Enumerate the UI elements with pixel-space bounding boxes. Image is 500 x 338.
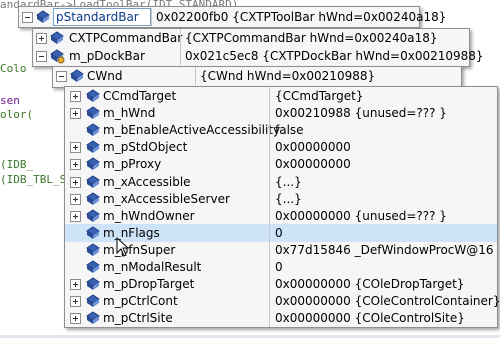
collapse-icon[interactable] bbox=[56, 71, 67, 82]
datatip-root-value[interactable]: 0x02200fb0 {CXTPToolBar hWnd=0x00240a18} bbox=[156, 8, 446, 26]
expand-icon[interactable] bbox=[70, 176, 81, 188]
member-name: m_pDockBar bbox=[69, 49, 145, 63]
member-row[interactable]: m_pProxy 0x00000000 bbox=[65, 155, 497, 174]
field-key-icon bbox=[50, 49, 65, 64]
field-icon bbox=[86, 174, 100, 188]
datatip-level1[interactable]: CXTPCommandBar {CXTPCommandBar hWnd=0x00… bbox=[32, 28, 484, 67]
code-line: olor( bbox=[0, 108, 34, 121]
member-name: m_bEnableActiveAccessibility bbox=[103, 123, 281, 138]
member-name: m_pStdObject bbox=[103, 140, 188, 155]
field-icon bbox=[86, 209, 100, 222]
member-name: m_pProxy bbox=[103, 157, 162, 172]
member-value[interactable]: 0x77d15846 _DefWindowProcW@16 bbox=[275, 241, 494, 259]
member-row[interactable]: m_xAccessible {...} bbox=[65, 172, 497, 191]
datatip-level2[interactable]: CWnd {CWnd hWnd=0x00210988} bbox=[52, 66, 462, 88]
expand-icon[interactable] bbox=[70, 210, 81, 222]
expand-icon[interactable] bbox=[70, 91, 81, 102]
member-value[interactable]: {...} bbox=[275, 190, 302, 208]
tree-row[interactable]: m_pDockBar 0x021c5ec8 {CXTPDockBar hWnd=… bbox=[33, 47, 484, 65]
member-row[interactable]: m_pCtrlSite 0x00000000 {COleControlSite} bbox=[65, 309, 497, 328]
member-value[interactable]: 0 bbox=[275, 224, 283, 242]
expand-icon[interactable] bbox=[70, 159, 81, 171]
code-line: (IDB_TBL_S bbox=[0, 173, 67, 186]
tree-row[interactable]: CXTPCommandBar {CXTPCommandBar hWnd=0x00… bbox=[33, 29, 469, 47]
member-name: m_pfnSuper bbox=[103, 242, 176, 257]
member-value[interactable]: 0x00000000 bbox=[275, 155, 351, 173]
member-row[interactable]: m_nModalResult 0 bbox=[65, 258, 497, 276]
member-value[interactable]: 0x021c5ec8 {CXTPDockBar hWnd=0x00210988} bbox=[185, 47, 484, 65]
field-icon bbox=[86, 123, 100, 137]
expand-icon[interactable] bbox=[70, 296, 81, 308]
member-value[interactable]: 0x00210988 {unused=??? } bbox=[275, 104, 447, 122]
member-row[interactable]: CCmdTarget {CCmdTarget} bbox=[65, 87, 497, 105]
member-row[interactable]: m_hWnd 0x00210988 {unused=??? } bbox=[65, 104, 497, 123]
expand-icon[interactable] bbox=[70, 279, 81, 291]
mouse-pointer-icon bbox=[116, 237, 130, 257]
member-name: m_xAccessibleServer bbox=[103, 191, 230, 206]
datatip-members[interactable]: CCmdTarget {CCmdTarget} m_hWnd 0x00210988 {… bbox=[64, 86, 500, 328]
field-icon bbox=[86, 106, 100, 120]
member-name: CCmdTarget bbox=[103, 89, 177, 103]
member-row[interactable]: m_xAccessibleServer {...} bbox=[65, 189, 497, 208]
expand-icon[interactable] bbox=[70, 142, 81, 154]
field-icon bbox=[86, 191, 100, 205]
field-icon bbox=[86, 311, 100, 325]
field-icon bbox=[86, 277, 100, 291]
datatip-root[interactable]: pStandardBar 0x02200fb0 {CXTPToolBar hWn… bbox=[18, 6, 446, 28]
code-line: (IDB_ bbox=[0, 158, 34, 171]
field-icon bbox=[50, 31, 64, 44]
member-value[interactable]: {CWnd hWnd=0x00210988} bbox=[200, 67, 375, 85]
member-name: CXTPCommandBar bbox=[69, 31, 183, 45]
member-row[interactable]: m_pCtrlCont 0x00000000 {COleControlContai… bbox=[65, 292, 500, 311]
member-value[interactable]: {...} bbox=[275, 173, 302, 191]
field-icon bbox=[70, 69, 84, 82]
collapse-icon[interactable] bbox=[22, 12, 33, 23]
expand-icon[interactable] bbox=[70, 108, 81, 120]
field-icon bbox=[36, 10, 50, 23]
member-value[interactable]: 0x00000000 {COleControlSite} bbox=[275, 309, 465, 327]
member-row[interactable]: m_hWndOwner 0x00000000 {unused=??? } bbox=[65, 206, 497, 225]
member-value[interactable]: 0x00000000 bbox=[275, 138, 351, 156]
field-icon bbox=[86, 157, 100, 171]
member-name: m_pDropTarget bbox=[103, 277, 195, 292]
member-name: m_hWndOwner bbox=[103, 208, 195, 223]
member-name: m_xAccessible bbox=[103, 174, 191, 189]
member-row[interactable]: m_pStdObject 0x00000000 bbox=[65, 138, 497, 157]
member-row[interactable]: m_bEnableActiveAccessibility false bbox=[65, 121, 497, 140]
member-value[interactable]: false bbox=[275, 121, 304, 139]
member-name: m_pCtrlSite bbox=[103, 311, 173, 326]
member-value[interactable]: 0x00000000 {unused=??? } bbox=[275, 207, 447, 225]
field-icon bbox=[86, 89, 100, 102]
member-name: CWnd bbox=[87, 69, 123, 83]
expand-icon[interactable] bbox=[70, 313, 81, 325]
member-name: m_hWnd bbox=[103, 106, 156, 121]
member-value[interactable]: 0x00000000 {COleControlContainer} bbox=[275, 292, 500, 310]
field-icon bbox=[86, 294, 100, 308]
member-value[interactable]: 0x00000000 {COleDropTarget} bbox=[275, 275, 464, 293]
code-line: sen bbox=[0, 94, 20, 107]
field-icon bbox=[86, 226, 100, 239]
member-name: m_nModalResult bbox=[103, 260, 202, 274]
member-name: m_nFlags bbox=[103, 225, 160, 240]
expand-icon[interactable] bbox=[36, 33, 47, 44]
member-value[interactable]: {CXTPCommandBar hWnd=0x00240a18} bbox=[185, 29, 438, 47]
field-icon bbox=[86, 260, 100, 273]
field-icon bbox=[86, 243, 100, 256]
member-value[interactable]: {CCmdTarget} bbox=[275, 87, 363, 105]
member-value[interactable]: 0 bbox=[275, 258, 283, 276]
field-icon bbox=[86, 140, 100, 154]
member-name: m_pCtrlCont bbox=[103, 294, 178, 309]
expand-icon[interactable] bbox=[70, 193, 81, 205]
datatip-root-name: pStandardBar bbox=[56, 10, 139, 24]
code-line: Colo bbox=[0, 62, 27, 75]
collapse-icon[interactable] bbox=[36, 51, 47, 62]
member-row[interactable]: m_pDropTarget 0x00000000 {COleDropTarget} bbox=[65, 275, 497, 294]
